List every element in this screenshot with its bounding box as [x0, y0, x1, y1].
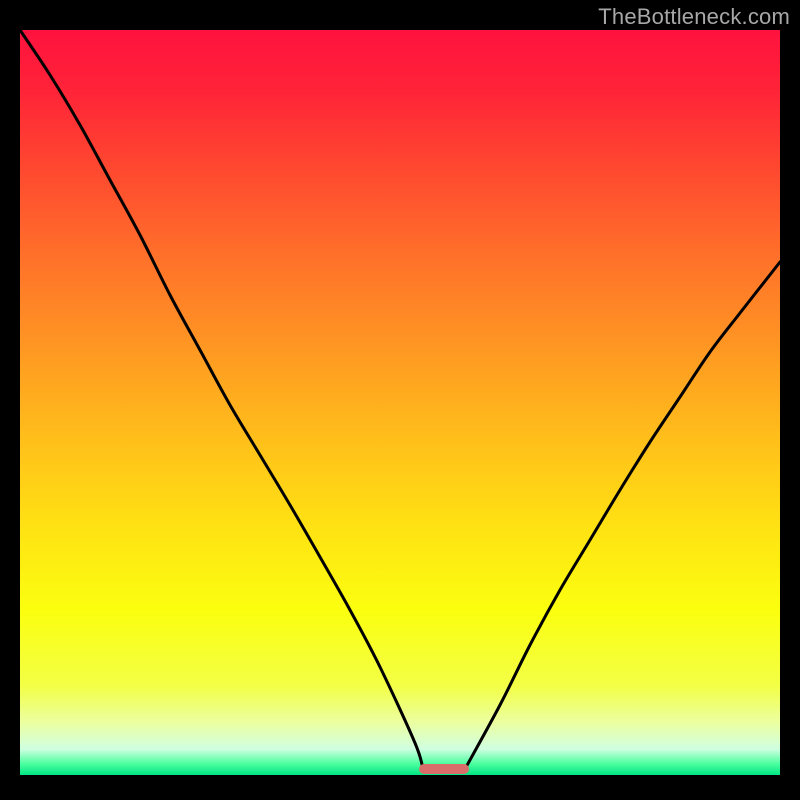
plot-background [20, 30, 780, 775]
chart-container: TheBottleneck.com [0, 0, 800, 800]
bottleneck-chart [0, 0, 800, 800]
minimum-marker [419, 764, 469, 774]
